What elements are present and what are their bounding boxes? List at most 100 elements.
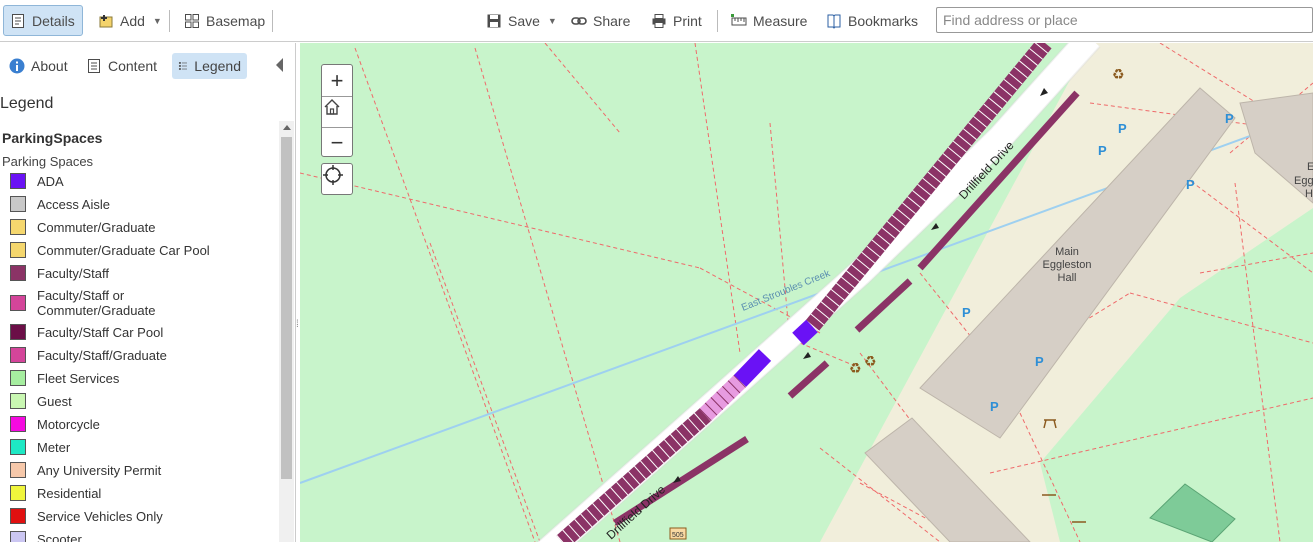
legend-swatch <box>10 439 26 455</box>
tab-legend-label: Legend <box>194 58 241 74</box>
legend-list: ParkingSpaces Parking Spaces ADA Access A… <box>0 121 278 542</box>
legend-swatch <box>10 370 26 386</box>
side-panel: About Content Legend Legend ParkingSpace… <box>0 43 296 542</box>
share-link-icon <box>571 16 587 25</box>
legend-item: Motorcycle <box>10 416 100 432</box>
legend-icon <box>178 62 187 70</box>
legend-label: Any University Permit <box>37 462 162 478</box>
legend-label: Residential <box>37 485 102 501</box>
route-shield-label: 505 <box>672 532 684 539</box>
toolbar-divider <box>717 10 718 32</box>
svg-text:♻: ♻ <box>849 361 862 377</box>
print-label: Print <box>673 12 702 29</box>
scroll-up-arrow-icon[interactable] <box>283 125 291 130</box>
svg-text:H: H <box>1305 188 1313 200</box>
collapse-panel-icon[interactable] <box>276 58 283 72</box>
bookmarks-button[interactable]: Bookmarks <box>820 5 924 36</box>
main-toolbar: Details Add ▼ Basemap Save ▼ Share Print… <box>0 0 1313 42</box>
locate-button[interactable] <box>321 163 353 195</box>
svg-text:Eggleston: Eggleston <box>1043 259 1092 271</box>
basemap-icon <box>185 13 199 28</box>
share-button[interactable]: Share <box>565 5 636 36</box>
add-layer-icon <box>99 14 113 27</box>
legend-item: ADA <box>10 173 64 189</box>
basemap-button[interactable]: Basemap <box>178 5 271 36</box>
legend-swatch <box>10 531 26 542</box>
zoom-in-button[interactable]: + <box>322 65 352 96</box>
svg-text:P: P <box>1118 121 1127 136</box>
svg-text:P: P <box>1098 143 1107 158</box>
search-input[interactable] <box>936 7 1313 33</box>
home-icon <box>324 99 340 115</box>
add-label: Add <box>120 12 145 29</box>
legend-label: Commuter/Graduate Car Pool <box>37 242 210 258</box>
tab-legend[interactable]: Legend <box>172 53 247 79</box>
svg-text:Main: Main <box>1055 246 1079 258</box>
details-button[interactable]: Details <box>3 5 83 36</box>
details-label: Details <box>32 12 75 29</box>
legend-swatch <box>10 242 26 258</box>
zoom-control: + − <box>321 64 353 157</box>
save-button[interactable]: Save ▼ <box>480 5 563 36</box>
measure-label: Measure <box>753 12 808 29</box>
legend-swatch <box>10 219 26 235</box>
legend-swatch <box>10 393 26 409</box>
measure-button[interactable]: Measure <box>725 5 813 36</box>
legend-label: ADA <box>37 173 64 189</box>
legend-swatch <box>10 508 26 524</box>
save-icon <box>487 14 501 27</box>
legend-label: Commuter/Graduate <box>37 219 156 235</box>
legend-label: Faculty/Staff or Commuter/Graduate <box>37 288 156 318</box>
legend-scrollbar[interactable] <box>279 121 294 542</box>
legend-sublayer-name: Parking Spaces <box>2 154 94 169</box>
legend-label: Faculty/Staff/Graduate <box>37 347 167 363</box>
svg-text:P: P <box>990 399 999 414</box>
legend-swatch <box>10 173 26 189</box>
save-label: Save <box>508 12 540 29</box>
panel-resize-handle[interactable]: ⁞ <box>296 320 299 330</box>
toolbar-divider <box>169 10 170 32</box>
tab-content-label: Content <box>108 58 158 74</box>
tab-about-label: About <box>31 58 68 74</box>
legend-label: Scooter <box>37 531 82 542</box>
svg-text:P: P <box>1035 354 1044 369</box>
svg-text:E: E <box>1307 161 1313 173</box>
home-button[interactable] <box>322 97 352 128</box>
svg-text:P: P <box>1186 177 1195 192</box>
save-dropdown-caret-icon: ▼ <box>547 15 557 26</box>
tab-about[interactable]: About <box>3 53 74 79</box>
add-button[interactable]: Add ▼ <box>92 5 168 36</box>
faculty-staff-strip <box>787 360 830 399</box>
legend-label: Meter <box>37 439 71 455</box>
legend-item: Faculty/Staff/Graduate <box>10 347 167 363</box>
legend-label: Access Aisle <box>37 196 110 212</box>
legend-item: Meter <box>10 439 70 455</box>
share-label: Share <box>593 12 631 29</box>
legend-item: Guest <box>10 393 72 409</box>
printer-icon <box>652 13 666 28</box>
basemap-label: Basemap <box>206 12 266 29</box>
map-view[interactable]: ♻ ♻ ♻ 505 P P P P P P P East Stroubles C… <box>300 43 1313 542</box>
svg-text:P: P <box>962 305 971 320</box>
legend-item: Commuter/Graduate Car Pool <box>10 242 210 258</box>
legend-item: Service Vehicles Only <box>10 508 163 524</box>
legend-item: Fleet Services <box>10 370 119 386</box>
tab-content[interactable]: Content <box>80 53 163 79</box>
bookmark-icon <box>827 14 841 29</box>
svg-text:♻: ♻ <box>864 354 877 370</box>
zoom-out-button[interactable]: − <box>322 127 352 158</box>
legend-label: Guest <box>37 393 72 409</box>
legend-item: Faculty/Staff or Commuter/Graduate <box>10 288 177 318</box>
print-button[interactable]: Print <box>645 5 708 36</box>
scroll-thumb[interactable] <box>281 137 292 479</box>
legend-swatch <box>10 324 26 340</box>
legend-item: Any University Permit <box>10 462 161 478</box>
legend-swatch <box>10 416 26 432</box>
legend-item: Scooter <box>10 531 82 542</box>
content-icon <box>88 59 100 73</box>
legend-label: Faculty/Staff Car Pool <box>37 324 164 340</box>
legend-swatch <box>10 196 26 212</box>
legend-label: Service Vehicles Only <box>37 508 163 524</box>
bookmarks-label: Bookmarks <box>848 12 919 29</box>
legend-label: Motorcycle <box>37 416 100 432</box>
